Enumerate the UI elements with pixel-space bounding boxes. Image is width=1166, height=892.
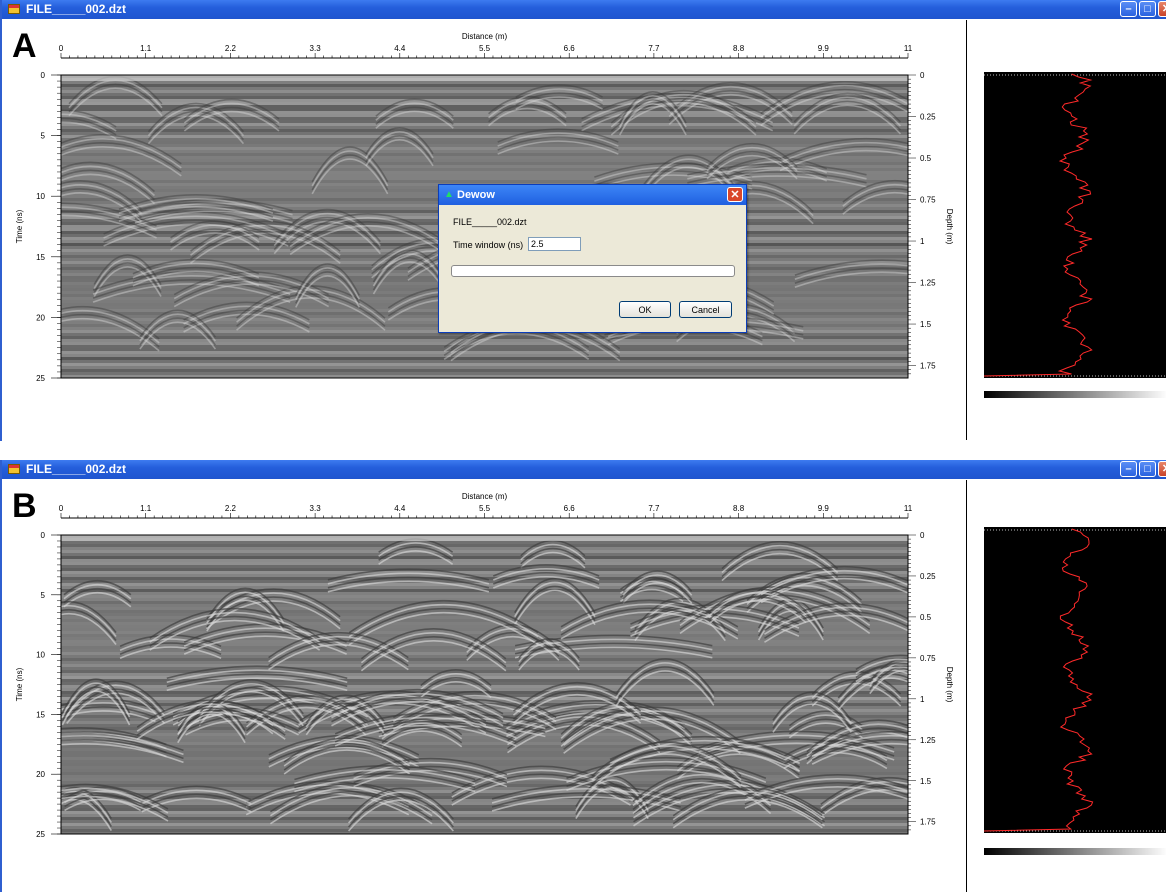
close-button[interactable]: ✕: [1158, 1, 1166, 17]
minimize-button[interactable]: –: [1120, 461, 1137, 477]
depth-tick-label: 1.75: [920, 818, 936, 827]
depth-tick-label: 0.75: [920, 196, 936, 205]
y-tick-label: 5: [41, 591, 46, 600]
depth-tick-label: 0: [920, 71, 925, 80]
file-label: FILE_____002.dzt: [453, 217, 527, 227]
radargram-image: [61, 535, 908, 834]
color-scale-bar: [984, 848, 1166, 855]
x-tick-label: 0: [59, 504, 64, 513]
y-tick-label: 15: [36, 710, 45, 719]
trace-line: [983, 73, 1166, 377]
x-tick-label: 8.8: [733, 504, 745, 513]
depth-tick-label: 0.25: [920, 572, 936, 581]
trace-panel: [983, 527, 1166, 833]
panel-divider: [966, 20, 967, 440]
dialog-titlebar[interactable]: ▲ Dewow ✕: [439, 185, 746, 205]
depth-axis-label: Depth (m): [945, 209, 954, 245]
x-tick-label: 0: [59, 44, 64, 53]
depth-tick-label: 0.75: [920, 654, 936, 663]
trace-panel: [983, 72, 1166, 378]
x-tick-label: 2.2: [225, 44, 237, 53]
x-tick-label: 5.5: [479, 504, 491, 513]
depth-tick-label: 1.25: [920, 736, 936, 745]
trace-waveform: [983, 528, 1094, 832]
x-axis-label: Distance (m): [462, 32, 508, 41]
close-button[interactable]: ✕: [727, 187, 743, 202]
x-tick-label: 3.3: [310, 504, 322, 513]
maximize-button[interactable]: □: [1139, 1, 1156, 17]
trace-waveform: [983, 73, 1093, 377]
x-tick-label: 7.7: [648, 504, 660, 513]
y-tick-label: 25: [36, 830, 45, 839]
depth-axis-label: Depth (m): [945, 667, 954, 703]
cancel-button[interactable]: Cancel: [679, 301, 732, 318]
y-tick-label: 5: [41, 132, 46, 141]
depth-tick-label: 0.5: [920, 613, 932, 622]
trace-line: [983, 528, 1166, 832]
radargram-plot[interactable]: 0 1.1 2.2 3.3 4.4 5.5 6.6 7.7 8.8 9.9 11 Distance (…: [2, 460, 967, 892]
depth-tick-label: 1: [920, 237, 925, 246]
x-tick-label: 2.2: [225, 504, 237, 513]
ok-button[interactable]: OK: [619, 301, 671, 318]
x-tick-label: 9.9: [818, 504, 830, 513]
close-button[interactable]: ✕: [1158, 461, 1166, 477]
y-tick-label: 20: [36, 770, 45, 779]
progress-bar: [451, 265, 735, 277]
maximize-button[interactable]: □: [1139, 461, 1156, 477]
x-tick-label: 5.5: [479, 44, 491, 53]
x-tick-label: 6.6: [564, 44, 576, 53]
depth-tick-label: 1.5: [920, 777, 932, 786]
dialog-title: Dewow: [457, 189, 495, 201]
y-tick-label: 10: [36, 192, 45, 201]
x-tick-label: 3.3: [310, 44, 322, 53]
x-axis-label: Distance (m): [462, 492, 508, 501]
color-scale-bar: [984, 391, 1166, 398]
y-tick-label: 10: [36, 651, 45, 660]
window-b: FILE_____002.dzt – □ ✕ B 01.12.23.34.45.…: [0, 460, 1166, 892]
depth-tick-label: 1.5: [920, 320, 932, 329]
time-window-input[interactable]: [528, 237, 581, 251]
x-tick-label: 6.6: [564, 504, 576, 513]
y-tick-label: 0: [41, 531, 46, 540]
depth-tick-label: 1.25: [920, 279, 936, 288]
dewow-dialog: ▲ Dewow ✕ FILE_____002.dzt Time window (…: [438, 184, 747, 333]
app-icon: ▲: [444, 189, 454, 200]
y-axis-label: Time (ns): [15, 209, 24, 243]
depth-tick-label: 0.5: [920, 154, 932, 163]
depth-tick-label: 1: [920, 695, 925, 704]
x-tick-label: 11: [904, 44, 913, 53]
x-tick-label: 1.1: [140, 44, 152, 53]
x-tick-label: 7.7: [648, 44, 660, 53]
minimize-button[interactable]: –: [1120, 1, 1137, 17]
x-tick-label: 4.4: [394, 44, 406, 53]
y-axis-label: Time (ns): [15, 667, 24, 701]
panel-divider: [966, 480, 967, 892]
depth-tick-label: 0: [920, 531, 925, 540]
y-tick-label: 15: [36, 253, 45, 262]
y-tick-label: 20: [36, 313, 45, 322]
time-window-label: Time window (ns): [453, 240, 524, 250]
x-tick-label: 1.1: [140, 504, 152, 513]
x-tick-label: 4.4: [394, 504, 406, 513]
x-tick-label: 9.9: [818, 44, 830, 53]
depth-tick-label: 0.25: [920, 113, 936, 122]
y-tick-label: 25: [36, 374, 45, 383]
x-tick-label: 11: [904, 504, 913, 513]
x-tick-label: 8.8: [733, 44, 745, 53]
depth-tick-label: 1.75: [920, 362, 936, 371]
y-tick-label: 0: [41, 71, 46, 80]
